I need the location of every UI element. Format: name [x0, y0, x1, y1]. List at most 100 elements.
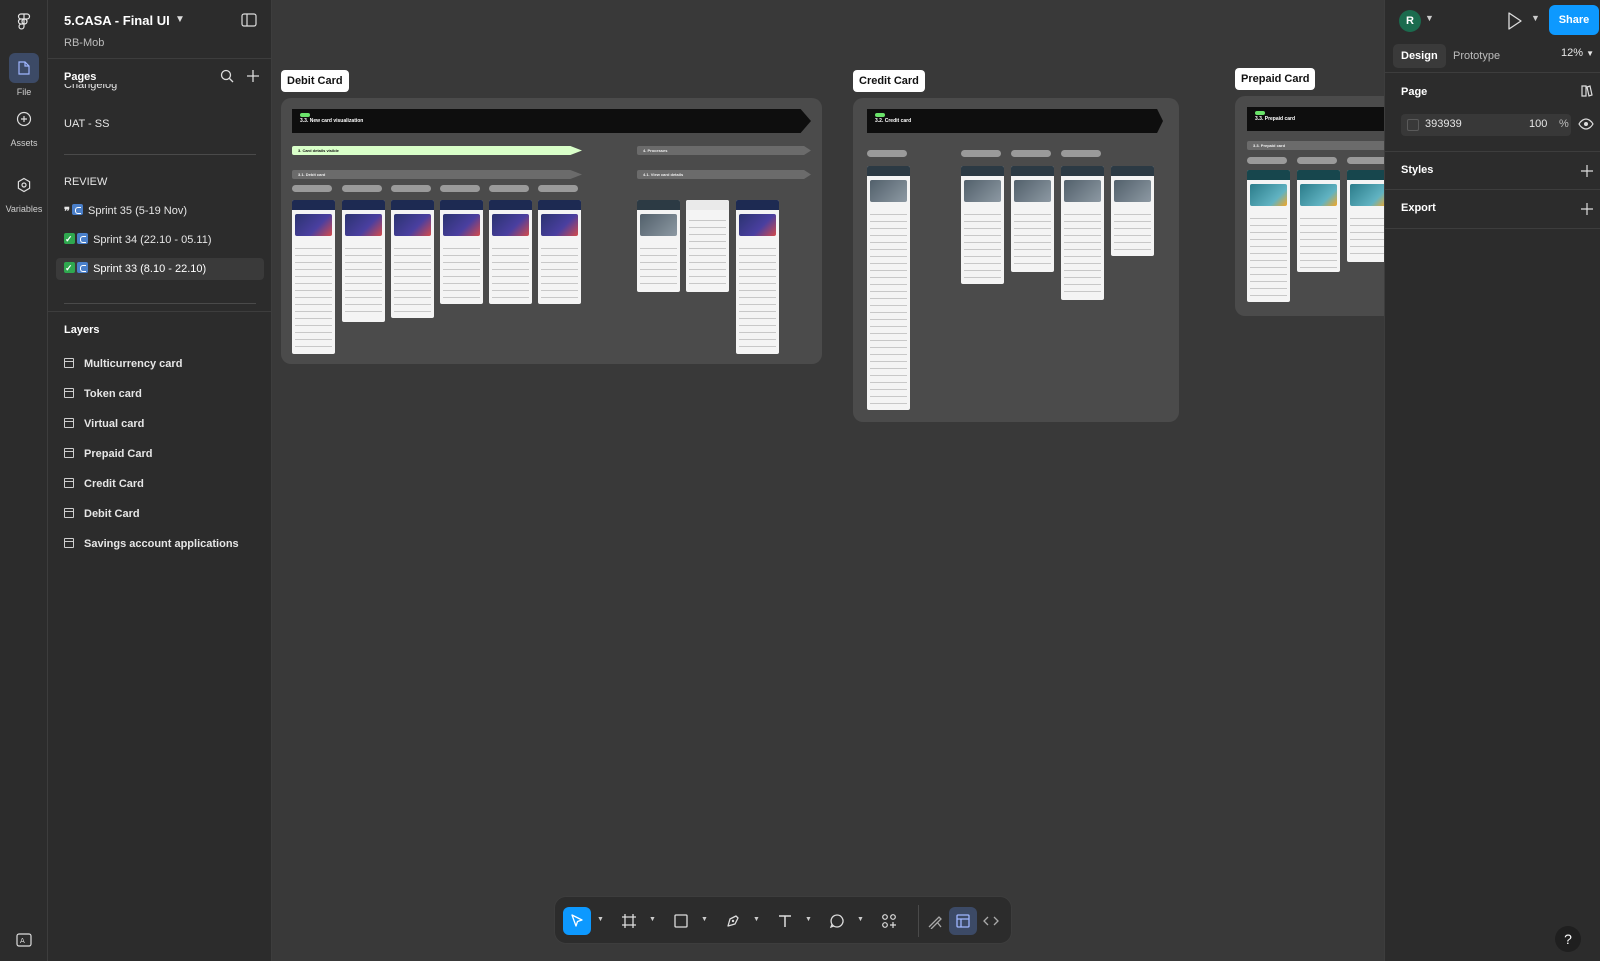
layer-label: Prepaid Card — [84, 448, 153, 460]
section-label-credit-card[interactable]: Credit Card — [853, 70, 925, 92]
avatar-chevron-icon[interactable]: ▼ — [1425, 13, 1434, 23]
actions-tool-button[interactable] — [875, 907, 903, 935]
draw-mode-button[interactable] — [921, 907, 949, 935]
divider — [1385, 189, 1600, 190]
text-tool-chevron-icon[interactable]: ▼ — [805, 916, 812, 923]
state-chip — [538, 185, 578, 192]
section-label-debit-card[interactable]: Debit Card — [281, 70, 349, 92]
state-chip — [1061, 150, 1101, 157]
page-color-hex[interactable]: 393939 — [1425, 118, 1462, 130]
add-export-icon[interactable] — [1581, 203, 1593, 215]
text-tool-button[interactable] — [771, 907, 799, 935]
status-tag — [875, 113, 885, 117]
local-variables-icon[interactable] — [1579, 84, 1593, 98]
design-mode-button[interactable] — [949, 907, 977, 935]
page-color-field[interactable]: 393939 100 % — [1401, 114, 1571, 136]
frame-tool-chevron-icon[interactable]: ▼ — [649, 916, 656, 923]
section-credit-card[interactable]: 3.2. Credit card — [853, 98, 1179, 422]
phone-screen[interactable] — [1347, 170, 1384, 262]
phone-screen[interactable] — [538, 200, 581, 304]
phone-screen[interactable] — [961, 166, 1004, 284]
page-item-review[interactable]: REVIEW — [56, 171, 264, 193]
help-button[interactable]: ? — [1555, 926, 1581, 952]
present-chevron-icon[interactable]: ▼ — [1531, 13, 1540, 23]
file-menu-chevron-icon[interactable]: ▼ — [175, 14, 185, 25]
flow-pill: 4. Processes — [637, 146, 811, 155]
banner-title: 3.2. Credit card — [875, 118, 912, 124]
phone-screen[interactable] — [1061, 166, 1104, 300]
comment-tool-chevron-icon[interactable]: ▼ — [857, 916, 864, 923]
export-section-header[interactable]: Export — [1401, 202, 1436, 214]
shape-tool-chevron-icon[interactable]: ▼ — [701, 916, 708, 923]
share-button[interactable]: Share — [1549, 5, 1599, 35]
comment-tool-button[interactable] — [823, 907, 851, 935]
layer-multicurrency-card[interactable]: Multicurrency card — [64, 353, 264, 375]
tab-design[interactable]: Design — [1393, 44, 1446, 68]
team-name[interactable]: RB-Mob — [64, 37, 104, 49]
phone-screen[interactable] — [736, 200, 779, 354]
page-item-changelog[interactable]: Changelog — [56, 84, 264, 96]
phone-screen[interactable] — [637, 200, 680, 292]
frame-tool-button[interactable] — [615, 907, 643, 935]
state-chip — [1011, 150, 1051, 157]
state-chip — [489, 185, 529, 192]
state-chip — [1347, 157, 1384, 164]
c-badge-icon — [77, 233, 88, 244]
layer-prepaid-card[interactable]: Prepaid Card — [64, 443, 264, 465]
search-icon[interactable] — [220, 69, 234, 83]
section-prepaid-card[interactable]: 3.3. Prepaid card 3.3. Prepaid card — [1235, 96, 1384, 316]
phone-screen[interactable] — [867, 166, 910, 410]
ui3-feedback-icon[interactable]: A — [15, 931, 33, 949]
layer-savings-account-applications[interactable]: Savings account applications — [64, 533, 264, 555]
phone-screen[interactable] — [489, 200, 532, 304]
layer-debit-card[interactable]: Debit Card — [64, 503, 264, 525]
page-item-sprint-33[interactable]: Sprint 33 (8.10 - 22.10) — [56, 257, 264, 280]
layer-token-card[interactable]: Token card — [64, 383, 264, 405]
page-opacity[interactable]: 100 — [1529, 118, 1547, 130]
page-item-uat[interactable]: UAT - SS — [56, 113, 264, 135]
present-play-icon[interactable] — [1507, 12, 1523, 30]
phone-screen[interactable] — [292, 200, 335, 354]
tab-prototype[interactable]: Prototype — [1445, 44, 1508, 68]
phone-screen[interactable] — [1011, 166, 1054, 272]
sidebar-toggle-icon[interactable] — [241, 13, 257, 27]
cursor-icon — [571, 914, 583, 927]
phone-screen[interactable] — [342, 200, 385, 322]
phone-screen[interactable] — [1297, 170, 1340, 272]
phone-screen[interactable] — [1247, 170, 1290, 302]
rail-file[interactable]: File — [0, 53, 48, 97]
move-tool-chevron-icon[interactable]: ▼ — [597, 916, 604, 923]
section-debit-card[interactable]: 3.3. New card visualization 3. Card deta… — [281, 98, 822, 364]
layer-credit-card[interactable]: Credit Card — [64, 473, 264, 495]
move-tool-button[interactable] — [563, 907, 591, 935]
phone-screen[interactable] — [440, 200, 483, 304]
section-label-prepaid-card[interactable]: Prepaid Card — [1235, 68, 1316, 90]
layer-virtual-card[interactable]: Virtual card — [64, 413, 264, 435]
phone-screen[interactable] — [1111, 166, 1154, 256]
add-page-icon[interactable] — [246, 69, 260, 83]
rail-variables[interactable]: Variables — [0, 170, 48, 214]
avatar[interactable]: R — [1399, 10, 1421, 32]
rectangle-tool-button[interactable] — [667, 907, 695, 935]
rail-assets[interactable]: Assets — [0, 104, 48, 148]
styles-section-header[interactable]: Styles — [1401, 164, 1433, 176]
zoom-level[interactable]: 12% ▼ — [1561, 47, 1594, 59]
pen-tool-chevron-icon[interactable]: ▼ — [753, 916, 760, 923]
phone-screen[interactable] — [686, 200, 729, 292]
page-item-sprint-34[interactable]: Sprint 34 (22.10 - 05.11) — [56, 228, 264, 251]
section-banner: 3.2. Credit card — [867, 109, 1163, 133]
section-banner: 3.3. New card visualization — [292, 109, 811, 133]
color-swatch[interactable] — [1407, 119, 1419, 131]
add-style-icon[interactable] — [1581, 165, 1593, 177]
canvas[interactable]: Debit Card 3.3. New card visualization 3… — [272, 0, 1384, 961]
pen-tool-button[interactable] — [719, 907, 747, 935]
pen-icon — [727, 915, 739, 927]
sprint-34-label: Sprint 34 (22.10 - 05.11) — [93, 234, 212, 246]
dev-mode-button[interactable] — [977, 907, 1005, 935]
file-title[interactable]: 5.CASA - Final UI — [64, 13, 170, 28]
phone-screen[interactable] — [391, 200, 434, 318]
eye-icon[interactable] — [1578, 118, 1594, 130]
page-item-sprint-35[interactable]: ❞ Sprint 35 (5-19 Nov) — [56, 200, 264, 222]
figma-menu-icon[interactable] — [14, 12, 34, 32]
section-icon — [64, 508, 74, 518]
